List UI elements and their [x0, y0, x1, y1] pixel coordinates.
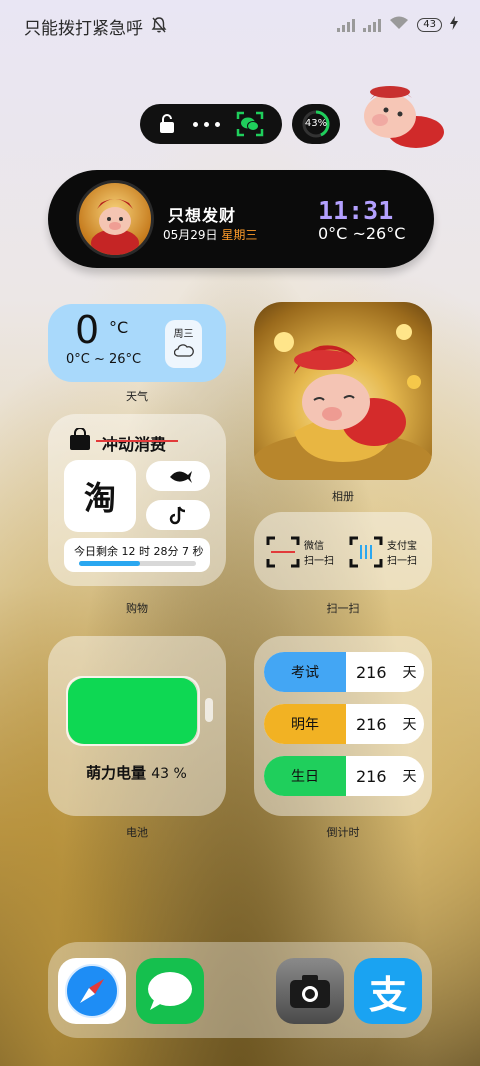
fortune-pig-avatar: [76, 180, 154, 258]
fish-icon: [170, 471, 192, 483]
safari-browser-icon: [65, 964, 119, 1018]
bell-muted-icon: [150, 16, 168, 38]
douyin-button[interactable]: [146, 500, 210, 530]
alipay-icon: 支: [368, 972, 407, 1017]
shopping-caption: 购物: [126, 602, 148, 615]
alipay-sub: 扫一扫: [387, 556, 417, 567]
alipay-label: 支付宝: [387, 541, 417, 552]
card-temp-range: 0°C ~26°C: [318, 224, 406, 243]
strikethrough-line: [96, 440, 178, 442]
countdown-days: 216: [356, 662, 387, 682]
countdown-label: 明年: [264, 704, 346, 744]
countdown-days: 216: [356, 714, 387, 734]
battery-percent: 43%: [304, 118, 328, 129]
signal-1-icon: [337, 18, 356, 32]
wechat-scan-button[interactable]: 微信 扫一扫: [266, 536, 334, 568]
battery-tip: [205, 698, 213, 722]
countdown-unit: 天: [402, 665, 417, 681]
battery-caption: 电池: [126, 826, 148, 839]
countdown-unit: 天: [402, 769, 417, 785]
charging-icon: [450, 16, 458, 33]
countdown-item[interactable]: 生日 216 天: [264, 756, 424, 796]
album-photo: [254, 324, 432, 480]
scan-frame-icon: [266, 536, 300, 568]
scan-frame-icon: [349, 536, 383, 568]
wechat-scan-icon[interactable]: [236, 111, 264, 141]
alipay-scan-button[interactable]: 支付宝 扫一扫: [349, 536, 417, 568]
alipay-app[interactable]: 支: [354, 958, 422, 1024]
weekday-text: 星期三: [221, 228, 258, 242]
unlock-icon[interactable]: [158, 114, 176, 138]
xianyu-button[interactable]: [146, 461, 210, 491]
weather-day: 周三: [173, 329, 194, 340]
wechat-label: 微信: [304, 541, 324, 552]
carrier-text: 只能拨打紧急呼: [24, 19, 143, 39]
camera-icon: [290, 975, 330, 1008]
album-caption: 相册: [332, 490, 354, 503]
clock-time: 11:31: [318, 196, 394, 225]
weather-temp: 0: [75, 308, 100, 352]
status-icons: 43: [337, 16, 458, 33]
card-date: 05月29日 星期三: [163, 226, 257, 243]
wechat-sub: 扫一扫: [304, 556, 334, 567]
countdown-days: 216: [356, 766, 387, 786]
album-widget[interactable]: [254, 302, 432, 480]
countdown-label: 考试: [264, 652, 346, 692]
weather-unit: °C: [109, 318, 129, 337]
weather-range: 0°C ~ 26°C: [66, 352, 142, 367]
battery-percent-text: 43 %: [151, 766, 187, 782]
battery-label-text: 萌力电量: [86, 764, 147, 782]
cloud-sun-icon: [173, 342, 194, 362]
day-progress-fill: [79, 561, 140, 566]
messages-app[interactable]: [136, 958, 204, 1024]
countdown-label: 生日: [264, 756, 346, 796]
battery-label: 萌力电量 43 %: [86, 762, 187, 783]
remaining-time-text: 今日剩余 12 时 28分 7 秒: [74, 545, 204, 558]
page-dots: [193, 122, 220, 127]
battery-fill: [68, 678, 197, 744]
countdown-caption: 倒计时: [326, 826, 360, 839]
douyin-icon: [169, 506, 186, 525]
pig-sticker: [356, 80, 448, 156]
taobao-icon: 淘: [83, 479, 116, 517]
browser-app[interactable]: [58, 958, 126, 1024]
countdown-item[interactable]: 考试 216 天: [264, 652, 424, 692]
taobao-button[interactable]: 淘: [64, 460, 136, 532]
date-text: 05月29日: [163, 228, 218, 242]
countdown-item[interactable]: 明年 216 天: [264, 704, 424, 744]
messages-icon: [148, 972, 192, 1010]
battery-icon: 43: [417, 17, 442, 32]
signal-2-icon: [363, 18, 382, 32]
camera-app[interactable]: [276, 958, 344, 1024]
scan-caption: 扫一扫: [326, 602, 360, 615]
shopping-bag-icon: [68, 427, 92, 450]
weather-caption: 天气: [126, 390, 148, 403]
card-name: 只想发财: [168, 206, 237, 225]
wifi-icon: [389, 16, 409, 33]
shopping-title: 冲动消费: [102, 435, 167, 454]
countdown-unit: 天: [402, 717, 417, 733]
